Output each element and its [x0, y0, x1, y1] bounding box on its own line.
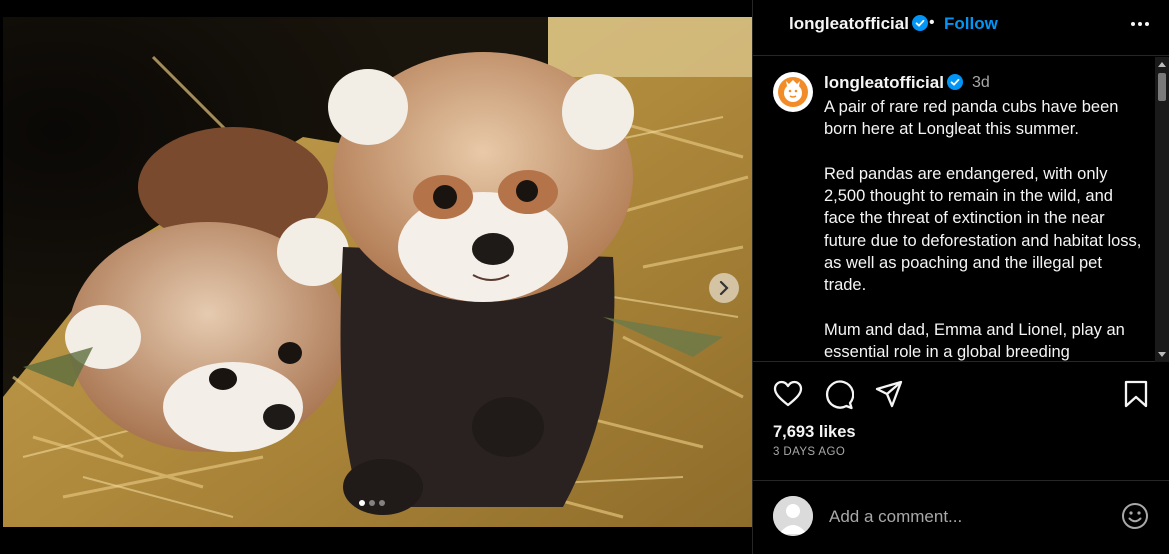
header-separator: • [929, 14, 935, 31]
carousel-dot [359, 500, 365, 506]
carousel-dot [379, 500, 385, 506]
heart-icon [773, 380, 803, 407]
current-user-avatar [773, 496, 813, 536]
post-side-panel: longleatofficial • Follow longleatoffici… [752, 0, 1169, 554]
default-avatar-icon [773, 496, 813, 536]
share-icon [875, 380, 903, 408]
header-username[interactable]: longleatofficial [789, 14, 928, 34]
caption-username-text[interactable]: longleatofficial [824, 73, 944, 92]
author-avatar[interactable] [773, 72, 813, 112]
emoji-button[interactable] [1121, 502, 1149, 535]
post-timestamp[interactable]: 3d [972, 74, 990, 92]
caption-scrollbar[interactable] [1155, 57, 1169, 362]
caption-section: longleatofficial 3d A pair of rare red p… [753, 57, 1169, 362]
post-photo[interactable] [3, 17, 752, 527]
post-actions [753, 362, 1169, 422]
caption-text: A pair of rare red panda cubs have been … [824, 98, 1142, 362]
scroll-down-arrow[interactable] [1158, 352, 1166, 357]
emoji-icon [1122, 503, 1148, 529]
comment-icon [825, 380, 855, 410]
comment-button[interactable] [824, 380, 855, 415]
verified-badge-icon [911, 15, 928, 31]
post-media [0, 0, 752, 554]
verified-badge-icon [946, 74, 963, 90]
next-photo-button[interactable] [709, 273, 739, 303]
lion-logo-icon [778, 77, 808, 107]
scroll-thumb[interactable] [1158, 73, 1166, 101]
carousel-dot [369, 500, 375, 506]
like-button[interactable] [773, 380, 803, 413]
red-panda-cubs-image [3, 17, 752, 527]
header-username-text[interactable]: longleatofficial [789, 14, 909, 33]
more-options-button[interactable] [1129, 13, 1151, 40]
bookmark-icon [1124, 380, 1148, 408]
comment-input[interactable] [829, 505, 1089, 529]
share-button[interactable] [875, 380, 903, 413]
like-count[interactable]: 7,693 likes [773, 423, 856, 442]
more-options-icon [1131, 22, 1149, 26]
chevron-right-icon [719, 281, 729, 295]
follow-button[interactable]: Follow [944, 14, 998, 34]
save-button[interactable] [1123, 380, 1149, 413]
comment-bar [753, 480, 1169, 554]
post-header: longleatofficial • Follow [753, 0, 1169, 56]
scroll-up-arrow[interactable] [1158, 62, 1166, 67]
carousel-indicator [359, 500, 385, 506]
post-age[interactable]: 3 DAYS AGO [773, 446, 845, 458]
caption-username[interactable]: longleatofficial [824, 73, 963, 93]
